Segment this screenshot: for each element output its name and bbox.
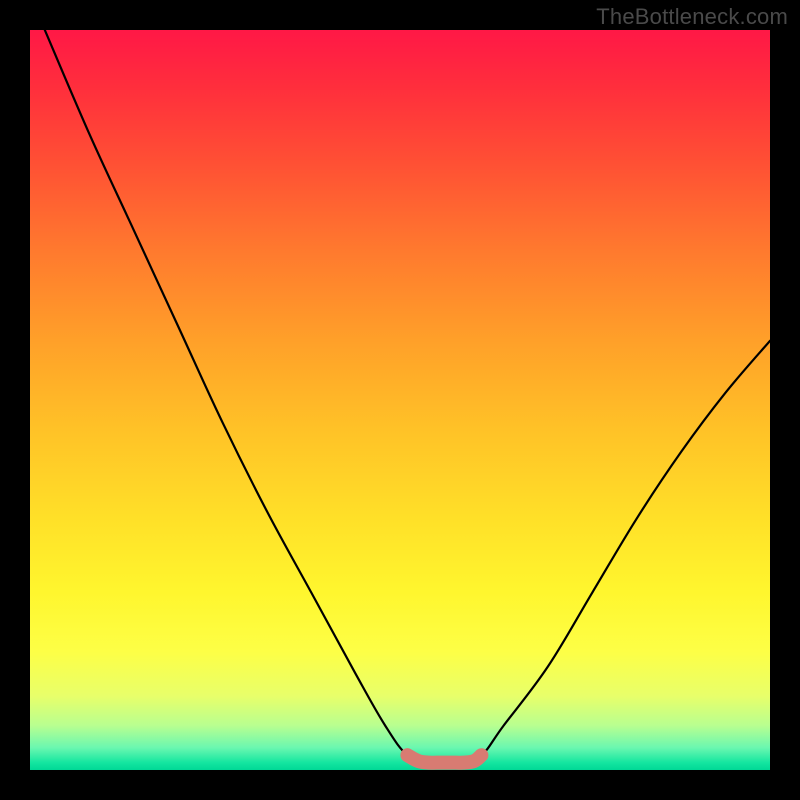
plot-area xyxy=(30,30,770,770)
chart-frame: TheBottleneck.com xyxy=(0,0,800,800)
chart-svg xyxy=(30,30,770,770)
optimal-range-marker-path xyxy=(407,755,481,763)
watermark-text: TheBottleneck.com xyxy=(596,4,788,30)
bottleneck-curve-path xyxy=(45,30,770,764)
